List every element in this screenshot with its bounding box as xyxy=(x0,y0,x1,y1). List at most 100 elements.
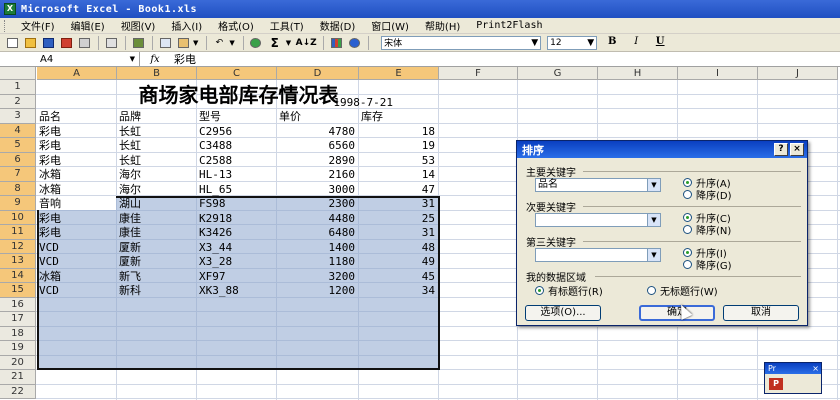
undo-icon[interactable]: ↶ xyxy=(211,36,227,50)
table-cell[interactable]: 彩电 xyxy=(39,226,115,240)
table-cell[interactable]: 长虹 xyxy=(119,154,195,168)
table-cell[interactable]: 18 xyxy=(359,125,435,139)
header-cell[interactable]: 品牌 xyxy=(119,110,195,124)
row-header-6[interactable]: 6 xyxy=(0,152,36,167)
table-cell[interactable]: 冰箱 xyxy=(39,270,115,284)
print-preview-icon[interactable] xyxy=(103,36,119,50)
table-cell[interactable]: 3000 xyxy=(277,183,356,197)
options-button[interactable]: 选项(O)... xyxy=(525,305,601,321)
table-cell[interactable]: X3_28 xyxy=(199,255,275,269)
table-cell[interactable]: 48 xyxy=(359,241,435,255)
header-cell[interactable]: 库存 xyxy=(361,110,437,124)
date-cell[interactable]: 1998-7-21 xyxy=(277,96,393,110)
paste-icon[interactable] xyxy=(175,36,191,50)
column-header-f[interactable]: F xyxy=(439,67,518,80)
row-header-4[interactable]: 4 xyxy=(0,123,36,138)
primary-key-select[interactable]: 品名 ▼ xyxy=(535,178,661,192)
menu-help[interactable]: 帮助(H) xyxy=(417,18,468,33)
help-button[interactable]: ? xyxy=(774,143,788,156)
open-icon[interactable] xyxy=(22,36,38,50)
table-cell[interactable]: 47 xyxy=(359,183,435,197)
copy-icon[interactable] xyxy=(157,36,173,50)
header-cell[interactable]: 品名 xyxy=(39,110,115,124)
new-icon[interactable] xyxy=(4,36,20,50)
column-header-e[interactable]: E xyxy=(359,67,439,80)
table-cell[interactable]: 2890 xyxy=(277,154,356,168)
row-header-21[interactable]: 21 xyxy=(0,370,36,385)
header-cell[interactable]: 型号 xyxy=(199,110,275,124)
table-cell[interactable]: HL-13 xyxy=(199,168,275,182)
table-cell[interactable]: 19 xyxy=(359,139,435,153)
permission-icon[interactable] xyxy=(58,36,74,50)
table-cell[interactable]: 长虹 xyxy=(119,139,195,153)
tertiary-descending-radio[interactable]: 降序(G) xyxy=(683,257,732,272)
table-cell[interactable]: HL_65 xyxy=(199,183,275,197)
table-cell[interactable]: 4480 xyxy=(277,212,356,226)
column-header-d[interactable]: D xyxy=(277,67,359,80)
menu-edit[interactable]: 编辑(E) xyxy=(63,18,113,33)
table-cell[interactable]: 3200 xyxy=(277,270,356,284)
insert-function-icon[interactable]: fx xyxy=(140,54,170,65)
menu-data[interactable]: 数据(D) xyxy=(312,18,364,33)
sort-ascending-icon[interactable]: A↓Z xyxy=(295,36,317,50)
table-cell[interactable]: 海尔 xyxy=(119,183,195,197)
cancel-button[interactable]: 取消 xyxy=(723,305,799,321)
menu-file[interactable]: 文件(F) xyxy=(13,18,63,33)
row-header-17[interactable]: 17 xyxy=(0,312,36,327)
paste-dropdown-icon[interactable]: ▼ xyxy=(193,39,198,47)
table-cell[interactable]: 长虹 xyxy=(119,125,195,139)
table-cell[interactable]: 康佳 xyxy=(119,212,195,226)
row-header-9[interactable]: 9 xyxy=(0,196,36,211)
close-icon[interactable]: × xyxy=(812,363,819,374)
secondary-descending-radio[interactable]: 降序(N) xyxy=(683,222,731,237)
table-cell[interactable]: 25 xyxy=(359,212,435,226)
secondary-key-select[interactable]: ▼ xyxy=(535,213,661,227)
row-header-13[interactable]: 13 xyxy=(0,254,36,269)
row-header-15[interactable]: 15 xyxy=(0,283,36,298)
italic-button[interactable]: I xyxy=(627,36,645,50)
table-cell[interactable]: VCD xyxy=(39,284,115,298)
table-cell[interactable]: 新飞 xyxy=(119,270,195,284)
table-cell[interactable]: 冰箱 xyxy=(39,183,115,197)
row-header-19[interactable]: 19 xyxy=(0,341,36,356)
table-cell[interactable]: 1180 xyxy=(277,255,356,269)
table-cell[interactable]: FS98 xyxy=(199,197,275,211)
column-header-i[interactable]: I xyxy=(678,67,758,80)
column-header-g[interactable]: G xyxy=(518,67,598,80)
table-cell[interactable]: 45 xyxy=(359,270,435,284)
table-cell[interactable]: K2918 xyxy=(199,212,275,226)
table-cell[interactable]: C2588 xyxy=(199,154,275,168)
column-header-h[interactable]: H xyxy=(598,67,678,80)
row-header-8[interactable]: 8 xyxy=(0,181,36,196)
table-cell[interactable]: VCD xyxy=(39,241,115,255)
menu-insert[interactable]: 插入(I) xyxy=(163,18,210,33)
table-cell[interactable]: 厦新 xyxy=(119,241,195,255)
table-cell[interactable]: 新科 xyxy=(119,284,195,298)
print-icon[interactable] xyxy=(76,36,92,50)
table-cell[interactable]: 53 xyxy=(359,154,435,168)
table-cell[interactable]: 厦新 xyxy=(119,255,195,269)
column-header-c[interactable]: C xyxy=(197,67,277,80)
primary-descending-radio[interactable]: 降序(D) xyxy=(683,187,732,202)
row-header-11[interactable]: 11 xyxy=(0,225,36,240)
row-header-2[interactable]: 2 xyxy=(0,94,36,109)
column-header-a[interactable]: A xyxy=(37,67,117,80)
table-cell[interactable]: 音响 xyxy=(39,197,115,211)
menu-view[interactable]: 视图(V) xyxy=(113,18,164,33)
table-cell[interactable]: 彩电 xyxy=(39,139,115,153)
row-header-5[interactable]: 5 xyxy=(0,138,36,153)
table-cell[interactable]: 6560 xyxy=(277,139,356,153)
table-cell[interactable]: 彩电 xyxy=(39,125,115,139)
hyperlink-icon[interactable] xyxy=(248,36,264,50)
table-cell[interactable]: K3426 xyxy=(199,226,275,240)
table-cell[interactable]: 1200 xyxy=(277,284,356,298)
column-header-b[interactable]: B xyxy=(117,67,197,80)
font-name-select[interactable]: 宋体 ▼ xyxy=(381,35,542,50)
save-icon[interactable] xyxy=(40,36,56,50)
table-cell[interactable]: XK3_88 xyxy=(199,284,275,298)
menu-print2flash[interactable]: Print2Flash xyxy=(468,20,550,31)
menu-window[interactable]: 窗口(W) xyxy=(363,18,417,33)
row-header-10[interactable]: 10 xyxy=(0,210,36,225)
row-header-7[interactable]: 7 xyxy=(0,167,36,182)
select-all-corner[interactable] xyxy=(0,67,36,80)
